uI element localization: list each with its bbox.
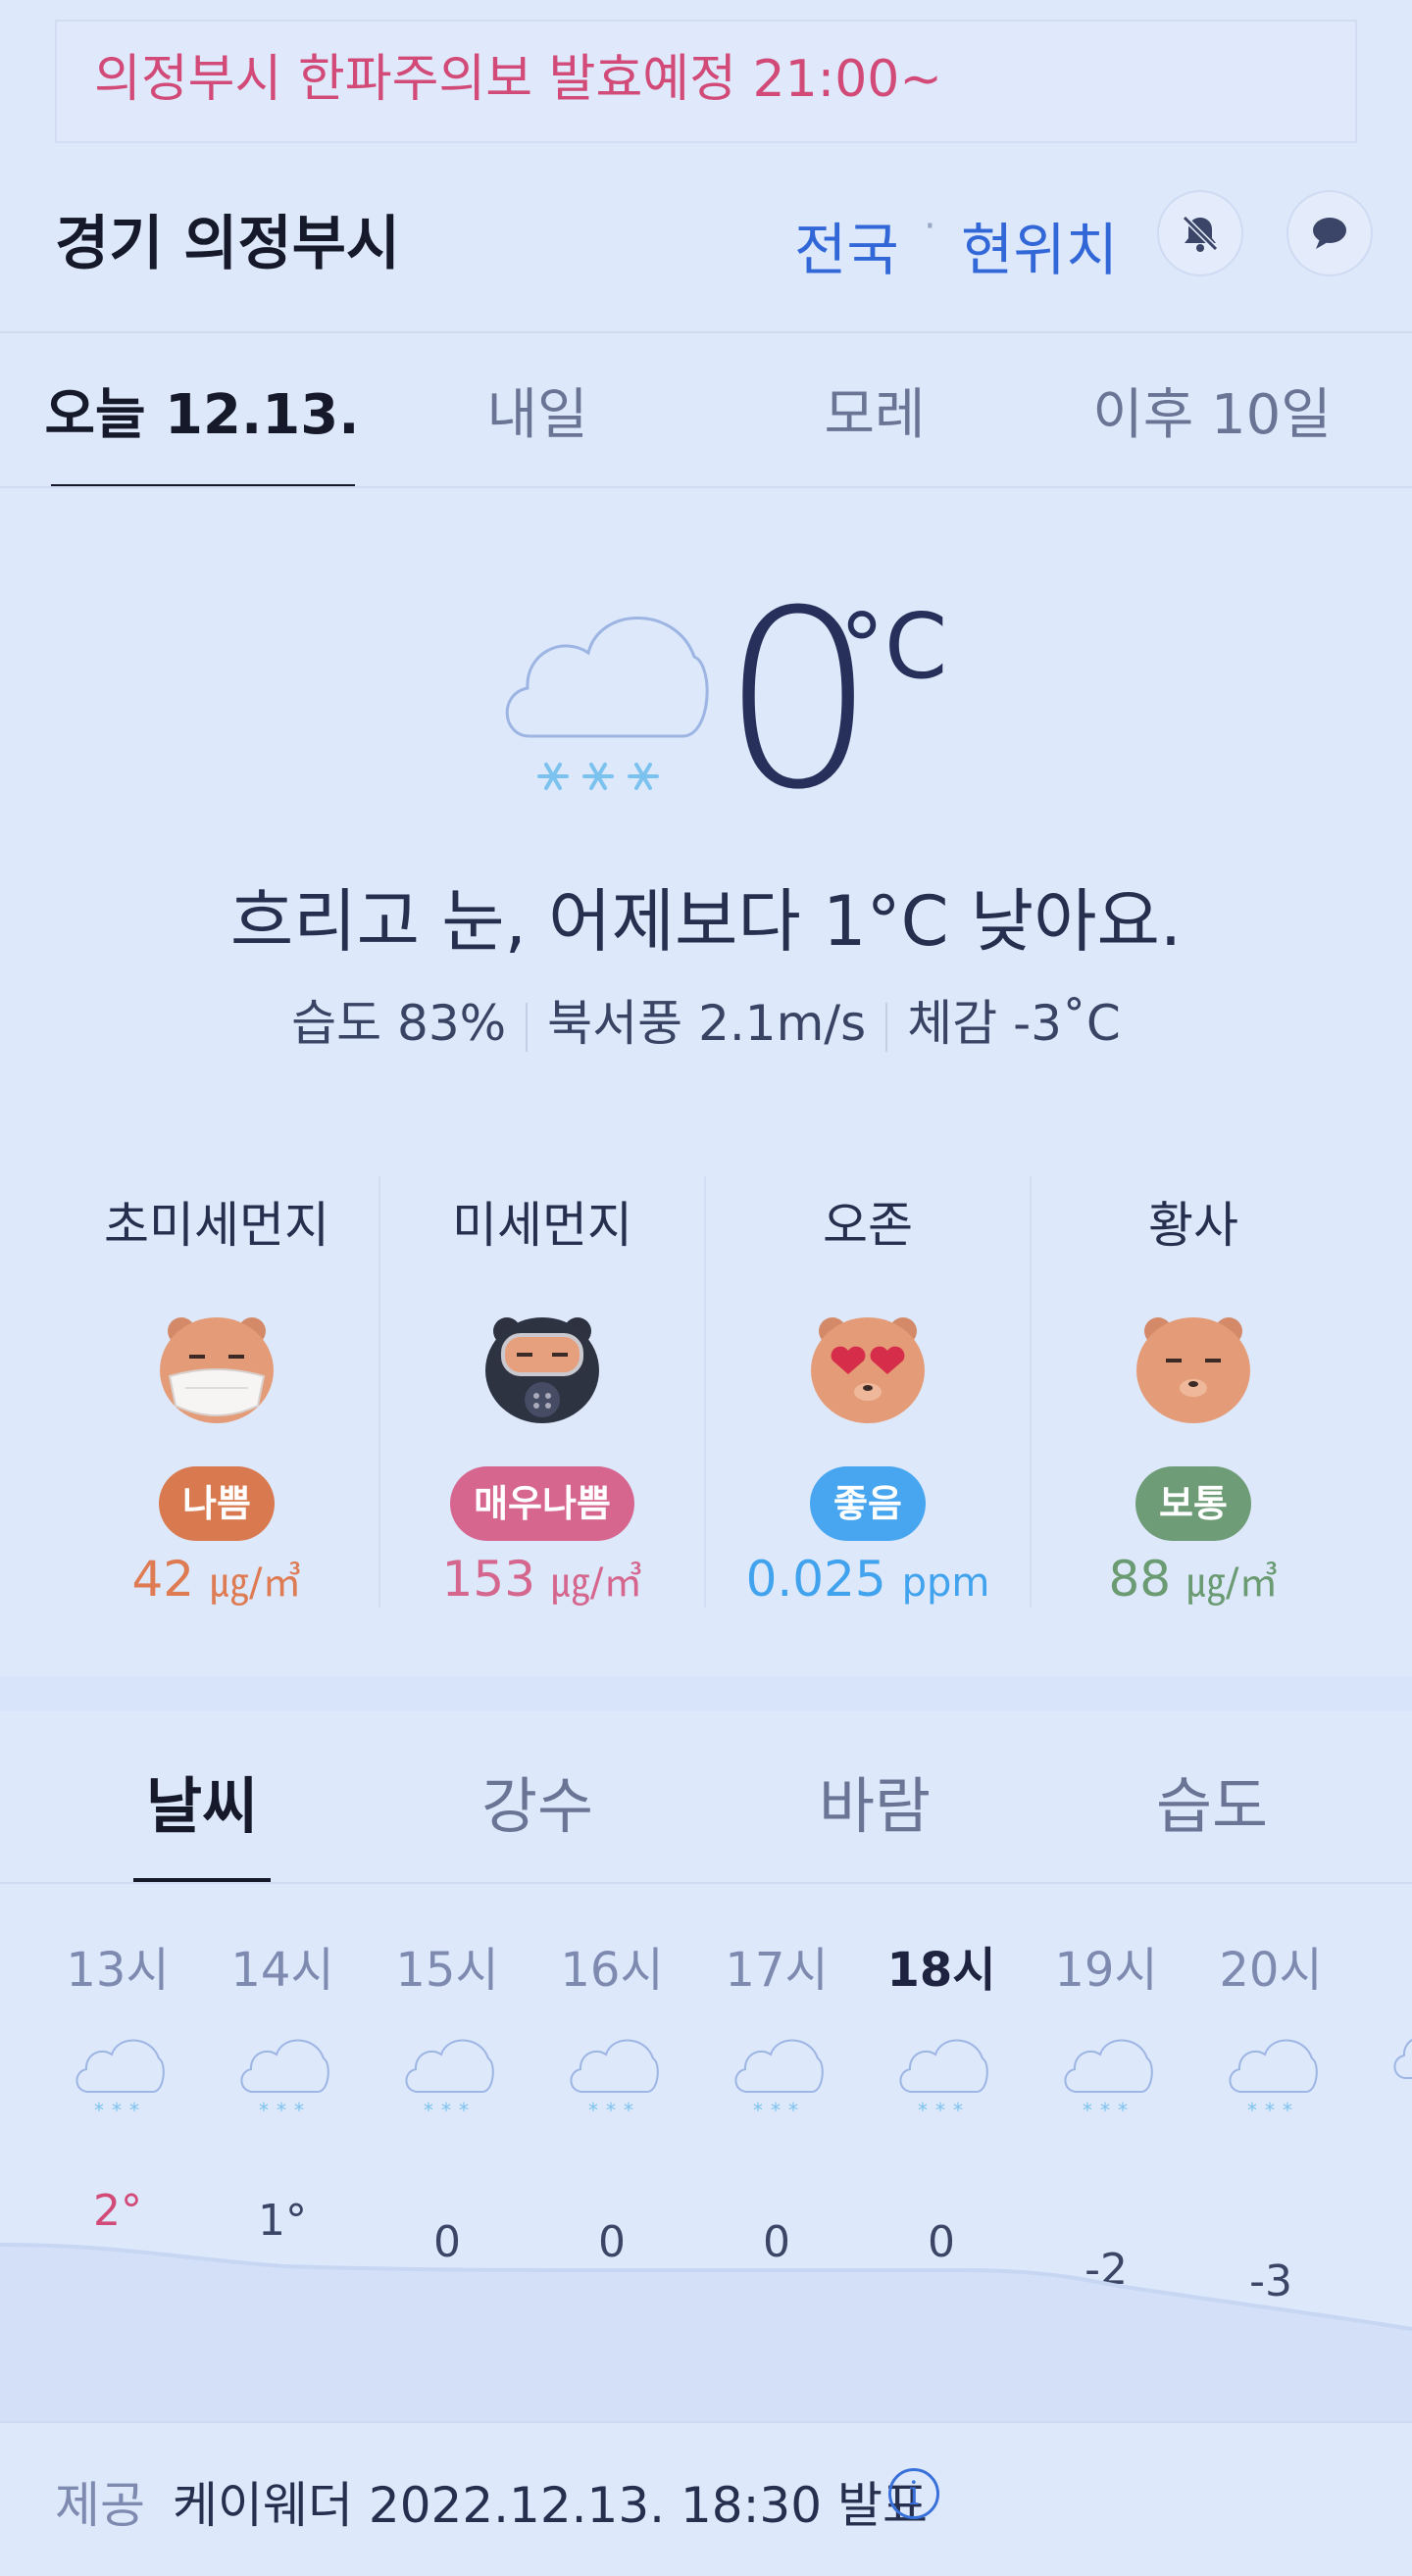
provider-label: 제공	[55, 2477, 145, 2534]
hour-label: 17시	[725, 1943, 829, 1998]
svg-text:*: *	[129, 2099, 139, 2122]
hourly-item: 15시 * * *	[365, 1931, 530, 2127]
temperature-curve	[0, 2243, 1412, 2421]
hourly-item: 13시 * * *	[35, 1931, 200, 2127]
svg-text:*: *	[918, 2099, 928, 2122]
cloud-snow-icon: * * *	[240, 2039, 329, 2122]
svg-text:*: *	[753, 2099, 763, 2122]
svg-text:*: *	[277, 2099, 286, 2122]
svg-text:*: *	[1118, 2099, 1128, 2122]
cloud-snow-icon: * * *	[1064, 2039, 1153, 2122]
svg-text:*: *	[624, 2099, 633, 2122]
svg-text:*: *	[606, 2099, 616, 2122]
hourly-item: 2 ***	[1353, 1931, 1412, 2113]
svg-text:*: *	[588, 2099, 598, 2122]
svg-text:*: *	[953, 2099, 963, 2122]
svg-text:*: *	[788, 2099, 798, 2122]
hour-label: 14시	[230, 1943, 334, 1998]
cloud-snow-icon: * * *	[734, 2039, 824, 2122]
hour-label: 18시	[886, 1943, 996, 1998]
cloud-snow-icon: ***	[1393, 2039, 1412, 2079]
provider-info: 케이웨더 2022.12.13. 18:30 발표	[173, 2477, 928, 2534]
hourly-item: 20시 * * *	[1188, 1931, 1353, 2127]
svg-text:*: *	[1283, 2099, 1292, 2122]
cloud-snow-icon: * * *	[1229, 2039, 1318, 2122]
svg-text:*: *	[935, 2099, 945, 2122]
hourly-item: 14시 * * *	[200, 1931, 365, 2127]
svg-text:*: *	[1247, 2099, 1257, 2122]
svg-text:*: *	[459, 2099, 469, 2122]
svg-text:*: *	[294, 2099, 304, 2122]
svg-text:*: *	[1083, 2099, 1092, 2122]
hourly-item: 18시 * * *	[859, 1931, 1024, 2127]
hour-label: 13시	[66, 1943, 170, 1998]
svg-text:*: *	[1265, 2099, 1275, 2122]
cloud-snow-icon: * * *	[76, 2039, 165, 2122]
cloud-snow-icon: * * *	[405, 2039, 494, 2122]
cloud-snow-icon: * * *	[899, 2039, 988, 2122]
svg-text:*: *	[112, 2099, 122, 2122]
svg-text:*: *	[771, 2099, 781, 2122]
hour-label: 19시	[1054, 1943, 1158, 1998]
hourly-item: 17시 * * *	[694, 1931, 859, 2127]
hour-label: 20시	[1219, 1943, 1323, 1998]
svg-text:*: *	[94, 2099, 104, 2122]
hour-label: 16시	[560, 1943, 664, 1998]
hourly-forecast[interactable]: 13시 * * * 2° 14시 * * * 1° 15시 * * * 0 16시 * * * 0 17시 * * * 0 18시…	[35, 0, 1412, 2423]
svg-text:*: *	[1100, 2099, 1110, 2122]
svg-text:*: *	[259, 2099, 269, 2122]
hourly-item: 16시 * * *	[530, 1931, 694, 2127]
hour-label: 2	[1353, 1931, 1412, 1986]
info-icon[interactable]: i	[888, 2468, 939, 2519]
hour-label: 15시	[395, 1943, 499, 1998]
svg-text:*: *	[424, 2099, 433, 2122]
cloud-snow-icon: * * *	[570, 2039, 659, 2122]
svg-text:*: *	[441, 2099, 451, 2122]
hourly-item: 19시 * * *	[1024, 1931, 1188, 2127]
